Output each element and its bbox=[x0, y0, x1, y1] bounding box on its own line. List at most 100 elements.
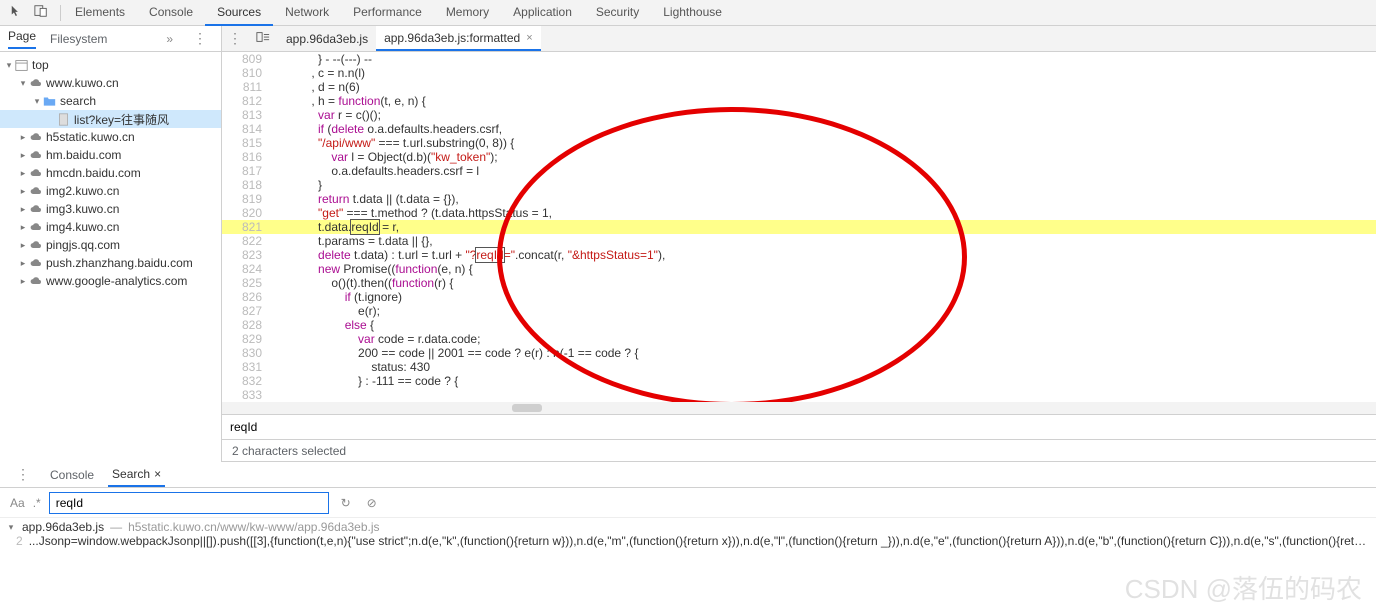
refresh-icon[interactable]: ↻ bbox=[337, 494, 355, 512]
code-line[interactable]: , d = n(6) bbox=[272, 80, 1376, 94]
tab-memory[interactable]: Memory bbox=[434, 0, 501, 26]
tree-item[interactable]: ▾www.kuwo.cn bbox=[0, 74, 221, 92]
line-number[interactable]: 833 bbox=[222, 388, 272, 402]
inspect-icon[interactable] bbox=[10, 4, 24, 21]
tab-console[interactable]: Console bbox=[137, 0, 205, 26]
code-line[interactable]: if (delete o.a.defaults.headers.csrf, bbox=[272, 122, 1376, 136]
code-line[interactable]: , h = function(t, e, n) { bbox=[272, 94, 1376, 108]
filesystem-tab[interactable]: Filesystem bbox=[50, 32, 107, 46]
tab-security[interactable]: Security bbox=[584, 0, 651, 26]
code-line[interactable]: t.params = t.data || {}, bbox=[272, 234, 1376, 248]
tab-application[interactable]: Application bbox=[501, 0, 584, 26]
device-toggle-icon[interactable] bbox=[34, 4, 48, 21]
line-number[interactable]: 813 bbox=[222, 108, 272, 122]
line-number[interactable]: 816 bbox=[222, 150, 272, 164]
line-number[interactable]: 831 bbox=[222, 360, 272, 374]
line-number[interactable]: 832 bbox=[222, 374, 272, 388]
line-number[interactable]: 828 bbox=[222, 318, 272, 332]
line-number[interactable]: 820 bbox=[222, 206, 272, 220]
line-number[interactable]: 829 bbox=[222, 332, 272, 346]
line-number[interactable]: 819 bbox=[222, 192, 272, 206]
clear-icon[interactable]: ⊘ bbox=[363, 494, 381, 512]
code-line[interactable]: else { bbox=[272, 318, 1376, 332]
code-line[interactable]: o()(t).then((function(r) { bbox=[272, 276, 1376, 290]
tree-item[interactable]: ▸pingjs.qq.com bbox=[0, 236, 221, 254]
drawer-tab-search[interactable]: Search× bbox=[108, 463, 165, 487]
tree-item[interactable]: ▸hm.baidu.com bbox=[0, 146, 221, 164]
tree-item[interactable]: ▸img2.kuwo.cn bbox=[0, 182, 221, 200]
search-result-file[interactable]: ▾ app.96da3eb.js — h5static.kuwo.cn/www/… bbox=[6, 520, 1370, 534]
navigator-more-icon[interactable]: » bbox=[166, 32, 173, 46]
line-number[interactable]: 811 bbox=[222, 80, 272, 94]
file-tree[interactable]: ▾top▾www.kuwo.cn▾searchlist?key=往事随风▸h5s… bbox=[0, 52, 221, 462]
line-number[interactable]: 809 bbox=[222, 52, 272, 66]
search-input[interactable] bbox=[49, 492, 329, 514]
tab-lighthouse[interactable]: Lighthouse bbox=[651, 0, 734, 26]
page-tab[interactable]: Page bbox=[8, 29, 36, 49]
close-icon[interactable]: × bbox=[154, 467, 161, 481]
tab-sources[interactable]: Sources bbox=[205, 0, 273, 26]
tree-item[interactable]: ▸hmcdn.baidu.com bbox=[0, 164, 221, 182]
code-line[interactable]: , c = n.n(l) bbox=[272, 66, 1376, 80]
line-number[interactable]: 810 bbox=[222, 66, 272, 80]
navigator-overflow-icon[interactable]: ⋮ bbox=[187, 30, 213, 47]
file-tab[interactable]: app.96da3eb.js:formatted× bbox=[376, 26, 541, 51]
code-line[interactable]: var code = r.data.code; bbox=[272, 332, 1376, 346]
code-line[interactable]: "get" === t.method ? (t.data.httpsStatus… bbox=[272, 206, 1376, 220]
chevron-right-icon[interactable]: ▸ bbox=[18, 150, 28, 161]
horizontal-scrollbar[interactable] bbox=[222, 402, 1376, 414]
tab-network[interactable]: Network bbox=[273, 0, 341, 26]
chevron-right-icon[interactable]: ▸ bbox=[18, 276, 28, 287]
regex-toggle[interactable]: .* bbox=[33, 496, 41, 510]
code-line[interactable]: new Promise((function(e, n) { bbox=[272, 262, 1376, 276]
tree-item[interactable]: ▾top bbox=[0, 56, 221, 74]
nav-history-icon[interactable] bbox=[248, 30, 278, 47]
file-tab[interactable]: app.96da3eb.js bbox=[278, 26, 376, 51]
editor-overflow-icon[interactable]: ⋮ bbox=[222, 30, 248, 47]
line-number[interactable]: 822 bbox=[222, 234, 272, 248]
line-number[interactable]: 824 bbox=[222, 262, 272, 276]
code-line[interactable]: 200 == code || 2001 == code ? e(r) : n(-… bbox=[272, 346, 1376, 360]
chevron-right-icon[interactable]: ▸ bbox=[18, 186, 28, 197]
chevron-right-icon[interactable]: ▸ bbox=[18, 258, 28, 269]
tree-item[interactable]: ▸h5static.kuwo.cn bbox=[0, 128, 221, 146]
chevron-right-icon[interactable]: ▸ bbox=[18, 168, 28, 179]
line-number[interactable]: 827 bbox=[222, 304, 272, 318]
chevron-down-icon[interactable]: ▾ bbox=[4, 60, 14, 71]
line-number[interactable]: 826 bbox=[222, 290, 272, 304]
code-line[interactable]: o.a.defaults.headers.csrf = l bbox=[272, 164, 1376, 178]
tree-item[interactable]: ▾search bbox=[0, 92, 221, 110]
line-number[interactable]: 818 bbox=[222, 178, 272, 192]
chevron-down-icon[interactable]: ▾ bbox=[32, 96, 42, 107]
code-line[interactable]: "/api/www" === t.url.substring(0, 8)) { bbox=[272, 136, 1376, 150]
chevron-right-icon[interactable]: ▸ bbox=[18, 132, 28, 143]
code-line[interactable]: } - --(---) -- bbox=[272, 52, 1376, 66]
code-line[interactable]: status: 430 bbox=[272, 360, 1376, 374]
tree-item[interactable]: ▸www.google-analytics.com bbox=[0, 272, 221, 290]
code-line[interactable]: } : -111 == code ? { bbox=[272, 374, 1376, 388]
line-number[interactable]: 817 bbox=[222, 164, 272, 178]
chevron-right-icon[interactable]: ▸ bbox=[18, 222, 28, 233]
chevron-right-icon[interactable]: ▸ bbox=[18, 240, 28, 251]
find-input[interactable] bbox=[230, 420, 1368, 434]
code-line[interactable]: e(r); bbox=[272, 304, 1376, 318]
code-line[interactable]: if (t.ignore) bbox=[272, 290, 1376, 304]
chevron-right-icon[interactable]: ▸ bbox=[18, 204, 28, 215]
drawer-overflow-icon[interactable]: ⋮ bbox=[10, 466, 36, 483]
code-line[interactable]: t.data.reqId = r, bbox=[272, 220, 1376, 234]
code-line[interactable] bbox=[272, 388, 1376, 402]
line-number[interactable]: 815 bbox=[222, 136, 272, 150]
search-result-line[interactable]: 2 ...Jsonp=window.webpackJsonp||[]).push… bbox=[6, 534, 1370, 548]
match-case-toggle[interactable]: Aa bbox=[10, 496, 25, 510]
tree-item[interactable]: list?key=往事随风 bbox=[0, 110, 221, 128]
line-number[interactable]: 821 bbox=[222, 220, 272, 234]
line-number[interactable]: 814 bbox=[222, 122, 272, 136]
tab-elements[interactable]: Elements bbox=[63, 0, 137, 26]
code-editor[interactable]: 809 } - --(---) --810 , c = n.n(l)811 , … bbox=[222, 52, 1376, 402]
tab-performance[interactable]: Performance bbox=[341, 0, 434, 26]
line-number[interactable]: 823 bbox=[222, 248, 272, 262]
chevron-down-icon[interactable]: ▾ bbox=[18, 78, 28, 89]
code-line[interactable]: } bbox=[272, 178, 1376, 192]
tree-item[interactable]: ▸img4.kuwo.cn bbox=[0, 218, 221, 236]
code-line[interactable]: var l = Object(d.b)("kw_token"); bbox=[272, 150, 1376, 164]
